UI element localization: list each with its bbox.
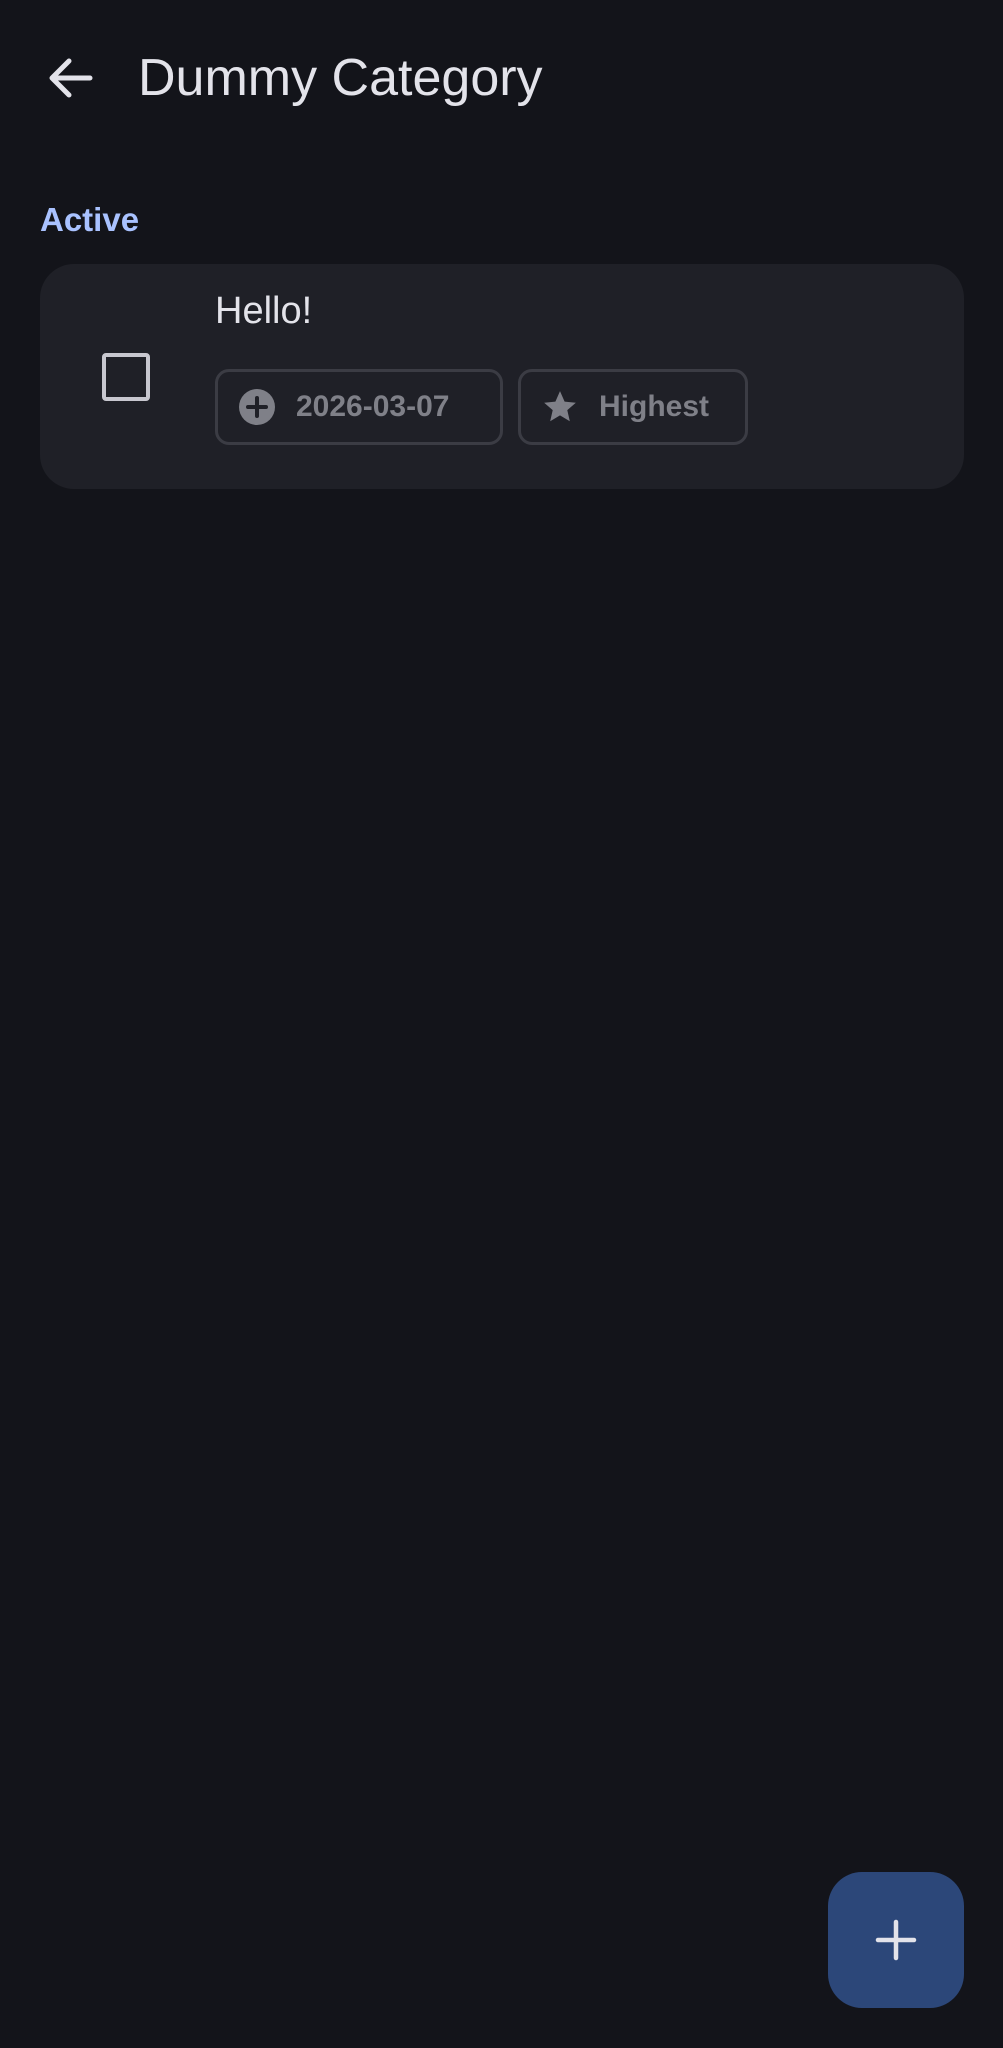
- arrow-left-icon: [49, 58, 93, 98]
- task-title: Hello!: [215, 290, 313, 332]
- star-icon: [541, 388, 579, 426]
- section-label-active: Active: [40, 201, 140, 238]
- page-title: Dummy Category: [138, 49, 543, 107]
- add-circle-icon: [238, 388, 276, 426]
- task-card[interactable]: Hello! 2026-03-07 Highest: [40, 264, 964, 489]
- date-chip[interactable]: 2026-03-07: [215, 369, 503, 445]
- date-chip-label: 2026-03-07: [296, 390, 450, 423]
- screen: { "header": { "back_icon": "arrow-left-i…: [0, 0, 1003, 2048]
- task-checkbox[interactable]: [102, 353, 150, 401]
- priority-chip[interactable]: Highest: [518, 369, 748, 445]
- add-task-fab[interactable]: [828, 1872, 964, 2008]
- plus-icon: [875, 1919, 917, 1961]
- back-button[interactable]: [34, 42, 106, 114]
- priority-chip-label: Highest: [599, 390, 710, 423]
- top-app-bar: Dummy Category: [0, 0, 1003, 160]
